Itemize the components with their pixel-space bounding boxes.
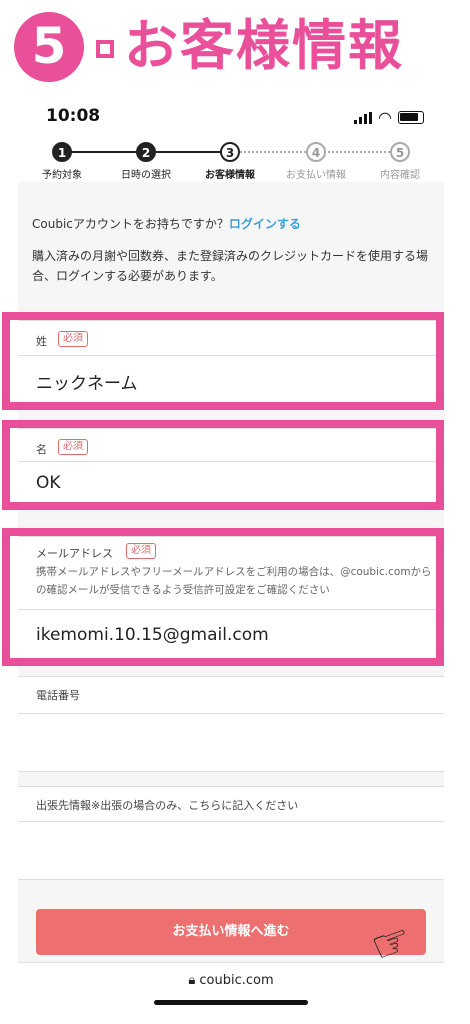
field-divider xyxy=(18,713,444,714)
battery-icon xyxy=(398,111,424,124)
trip-info-label: 出張先情報※出張の場合のみ、こちらに記入ください xyxy=(36,799,299,812)
square-icon xyxy=(96,40,114,58)
step-1-circle: 1 xyxy=(52,142,72,162)
step-4-circle: 4 xyxy=(306,142,326,162)
banner-title: お客様情報 xyxy=(124,14,404,77)
field-divider xyxy=(18,821,444,822)
url-text[interactable]: 🔒︎ coubic.com xyxy=(18,973,444,988)
phone-label: 電話番号 xyxy=(36,689,80,702)
status-time: 10:08 xyxy=(46,106,101,126)
step-2-circle: 2 xyxy=(136,142,156,162)
login-question: Coubicアカウントをお持ちですか？ xyxy=(32,217,229,231)
highlight-email xyxy=(2,528,444,666)
lock-icon: 🔒︎ xyxy=(188,973,196,988)
phone-field: 電話番号 xyxy=(18,676,444,772)
login-note: 購入済みの月謝や回数券、また登録済みのクレジットカードを使用する場合、ログインす… xyxy=(32,249,429,283)
step-2-label: 日時の選択 xyxy=(121,170,171,181)
step-1-label: 予約対象 xyxy=(42,170,82,181)
step-5-circle: 5 xyxy=(390,142,410,162)
progress-stepper: 1 2 3 4 5 予約対象 日時の選択 お客様情報 お支払い情報 内容確認 xyxy=(18,142,444,182)
step-3-circle: 3 xyxy=(220,142,240,162)
url-label: coubic.com xyxy=(199,973,274,988)
step-4-label: お支払い情報 xyxy=(286,170,346,181)
wifi-icon: ◠ xyxy=(378,108,392,127)
signal-icon xyxy=(354,112,372,124)
status-bar: 10:08 ◠ xyxy=(18,96,444,142)
trip-info-field: 出張先情報※出張の場合のみ、こちらに記入ください xyxy=(18,786,444,880)
highlight-last-name xyxy=(2,312,444,410)
step-3-label: お客様情報 xyxy=(205,170,255,181)
tutorial-banner: 5 お客様情報 xyxy=(0,0,470,96)
step-5-label: 内容確認 xyxy=(380,170,420,181)
phone-input[interactable] xyxy=(36,725,426,765)
step-number-badge: 5 xyxy=(14,12,84,82)
trip-info-input[interactable] xyxy=(36,833,426,873)
highlight-first-name xyxy=(2,420,444,510)
login-prompt: Coubicアカウントをお持ちですか？ログインする xyxy=(32,214,432,234)
login-link[interactable]: ログインする xyxy=(229,217,301,231)
home-indicator[interactable] xyxy=(154,1000,308,1005)
